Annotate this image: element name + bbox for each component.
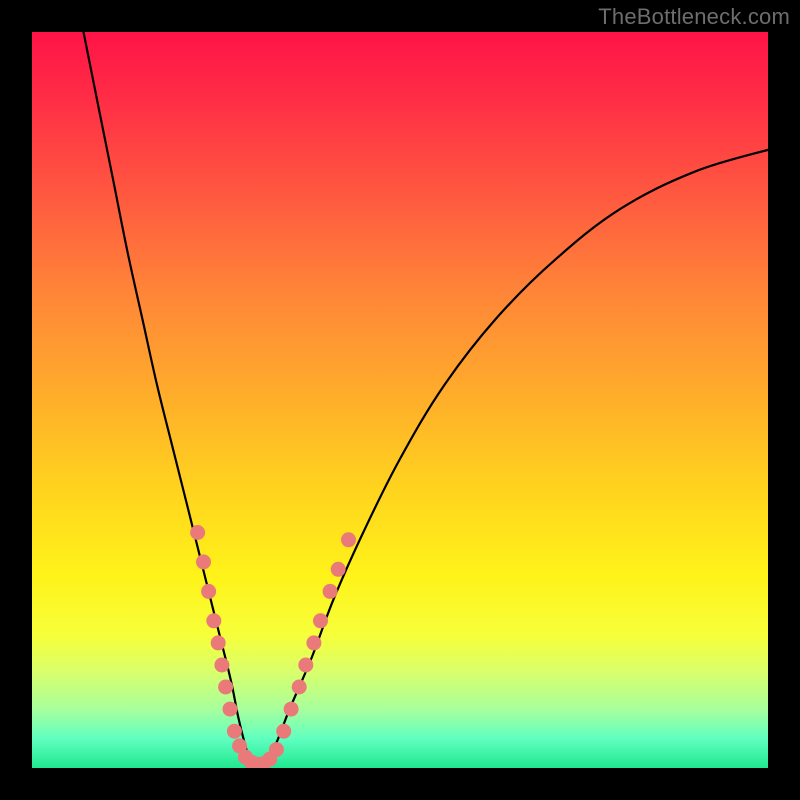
marker-dot — [341, 532, 356, 547]
marker-dot — [292, 680, 307, 695]
marker-dot — [227, 724, 242, 739]
plot-area — [32, 32, 768, 768]
bottleneck-curve-path — [84, 32, 769, 768]
marker-dot — [196, 554, 211, 569]
chart-frame: TheBottleneck.com — [0, 0, 800, 800]
chart-svg — [32, 32, 768, 768]
marker-dot — [313, 613, 328, 628]
marker-dot — [206, 613, 221, 628]
marker-dot — [298, 658, 313, 673]
marker-dot — [306, 635, 321, 650]
marker-dots-group — [190, 525, 356, 768]
marker-dot — [284, 702, 299, 717]
marker-dot — [190, 525, 205, 540]
marker-dot — [269, 742, 284, 757]
marker-dot — [276, 724, 291, 739]
marker-dot — [201, 584, 216, 599]
marker-dot — [218, 680, 233, 695]
watermark-text: TheBottleneck.com — [598, 4, 790, 30]
marker-dot — [323, 584, 338, 599]
marker-dot — [211, 635, 226, 650]
marker-dot — [331, 562, 346, 577]
marker-dot — [214, 658, 229, 673]
marker-dot — [223, 702, 238, 717]
